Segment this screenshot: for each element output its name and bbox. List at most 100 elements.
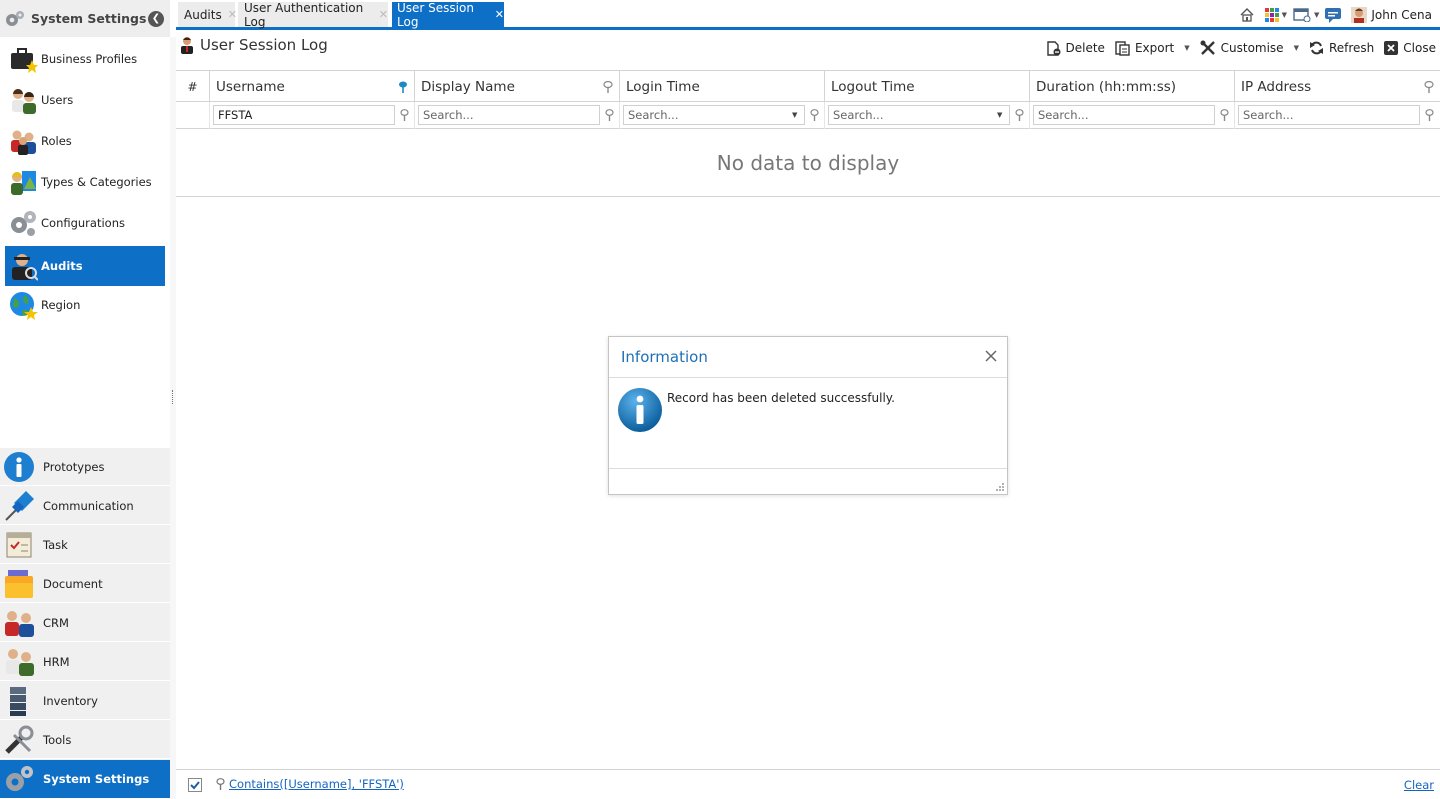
sidebar-group-system-settings[interactable]: System Settings (0, 760, 170, 799)
filter-condition-icon[interactable] (1425, 109, 1434, 121)
column-header-logout-time[interactable]: Logout Time (825, 71, 1030, 102)
filter-condition-icon[interactable] (605, 109, 614, 121)
ip-address-filter-input[interactable] (1238, 105, 1420, 125)
crm-people-icon (5, 610, 34, 637)
inventory-stack-icon (10, 686, 26, 716)
sidebar-item-audits[interactable]: Audits (5, 246, 165, 286)
clear-filter-link[interactable]: Clear (1404, 778, 1434, 792)
tab-user-session-log[interactable]: User Session Log ✕ (392, 1, 504, 29)
auditor-icon (12, 254, 38, 281)
sidebar-group-hrm[interactable]: HRM (0, 643, 170, 681)
sidebar-group-inventory[interactable]: Inventory (0, 682, 170, 720)
filter-condition-icon[interactable] (1220, 109, 1229, 121)
home-icon[interactable] (1239, 7, 1255, 23)
customise-tools-icon (1200, 40, 1215, 55)
dialog-header: Information (609, 337, 1007, 378)
checklist-icon (6, 532, 32, 557)
filter-cell-logout-time: ▼ (825, 102, 1030, 129)
user-name[interactable]: John Cena (1371, 8, 1432, 22)
empty-grid-message: No data to display (176, 129, 1440, 197)
close-icon[interactable]: ✕ (495, 8, 504, 21)
close-icon[interactable] (984, 349, 998, 363)
close-box-icon (1384, 41, 1399, 55)
sidebar-item-users[interactable]: Users (5, 80, 165, 120)
sidebar-group-label: HRM (43, 654, 70, 669)
filter-pin-icon (216, 778, 225, 790)
filter-expression-link[interactable]: Contains([Username], 'FFSTA') (229, 777, 404, 791)
sidebar-item-label: Business Profiles (41, 52, 138, 66)
sidebar-title: System Settings (31, 11, 147, 26)
filter-cell-display-name (415, 102, 620, 129)
duration-filter-input[interactable] (1033, 105, 1215, 125)
sidebar-item-region[interactable]: Region (5, 285, 165, 325)
delete-label: Delete (1065, 41, 1105, 55)
sidebar-module-items: Business Profiles Users Roles Types & Ca… (0, 37, 170, 447)
sidebar-group-label: Document (43, 576, 103, 591)
sidebar-group-crm[interactable]: CRM (0, 604, 170, 642)
refresh-label: Refresh (1328, 41, 1375, 55)
filter-condition-icon[interactable] (1015, 109, 1024, 121)
sidebar-group-label: Task (43, 537, 68, 552)
checkmark-icon (190, 781, 200, 790)
chevron-down-icon[interactable]: ▼ (997, 111, 1002, 119)
column-header-username[interactable]: Username (210, 71, 415, 102)
sidebar-group-communication[interactable]: Communication (0, 487, 170, 525)
customise-button[interactable]: Customise ▼ (1200, 40, 1299, 56)
information-dialog: Information Record has been deleted succ… (608, 336, 1008, 495)
sidebar-group-label: Communication (43, 498, 134, 513)
tab-user-authentication-log[interactable]: User Authentication Log ✕ (238, 1, 388, 29)
username-filter-input[interactable] (213, 105, 395, 125)
hrm-people-icon (6, 648, 34, 676)
window-icon[interactable] (1293, 8, 1311, 22)
sidebar-group-tools[interactable]: Tools (0, 721, 170, 759)
sidebar-group-document[interactable]: Document (0, 565, 170, 603)
sidebar-item-types-categories[interactable]: Types & Categories (5, 162, 165, 202)
filter-cell-login-time: ▼ (620, 102, 825, 129)
login-time-filter-input[interactable] (623, 105, 805, 125)
collapse-sidebar-button[interactable]: ❮ (148, 11, 164, 27)
column-header-duration[interactable]: Duration (hh:mm:ss) (1030, 71, 1235, 102)
filter-condition-icon[interactable] (810, 109, 819, 121)
tab-label: Audits (184, 7, 222, 22)
chevron-down-icon[interactable]: ▼ (1282, 11, 1287, 19)
user-avatar-icon[interactable] (1351, 7, 1368, 23)
close-icon[interactable]: ✕ (379, 8, 388, 21)
sidebar-group-prototypes[interactable]: Prototypes (0, 448, 170, 486)
column-header-ip-address[interactable]: IP Address (1235, 71, 1440, 102)
chat-icon[interactable] (1325, 7, 1342, 23)
close-icon[interactable]: ✕ (228, 8, 237, 21)
export-button[interactable]: Export ▼ (1115, 40, 1190, 56)
chevron-down-icon[interactable]: ▼ (1184, 44, 1189, 52)
filter-pin-icon[interactable] (603, 81, 613, 93)
dialog-message: Record has been deleted successfully. (667, 391, 895, 405)
column-header-display-name[interactable]: Display Name (415, 71, 620, 102)
tab-audits[interactable]: Audits ✕ (178, 2, 237, 27)
info-icon (618, 388, 662, 432)
filter-condition-icon[interactable] (400, 109, 409, 121)
column-header-login-time[interactable]: Login Time (620, 71, 825, 102)
filter-pin-icon[interactable] (398, 81, 408, 93)
sidebar-group-label: Inventory (43, 693, 98, 708)
chevron-down-icon[interactable]: ▼ (792, 111, 797, 119)
filter-pin-icon[interactable] (1424, 81, 1434, 93)
sidebar-group-label: System Settings (43, 772, 150, 786)
chevron-down-icon[interactable]: ▼ (1314, 11, 1319, 19)
refresh-button[interactable]: Refresh (1309, 41, 1374, 55)
sidebar-item-roles[interactable]: Roles (5, 121, 165, 161)
delete-button[interactable]: Delete (1046, 40, 1105, 56)
close-button[interactable]: Close (1384, 41, 1436, 55)
logout-time-filter-input[interactable] (828, 105, 1010, 125)
apps-grid-icon[interactable] (1264, 8, 1279, 22)
sidebar-item-configurations[interactable]: Configurations (5, 203, 165, 243)
sidebar-group-task[interactable]: Task (0, 526, 170, 564)
sidebar-item-business-profiles[interactable]: Business Profiles (5, 39, 165, 79)
chevron-down-icon[interactable]: ▼ (1294, 44, 1299, 52)
folder-icon (5, 569, 33, 598)
sidebar-item-label: Region (41, 298, 81, 312)
resize-grip-icon[interactable] (995, 482, 1005, 492)
gears-icon (11, 211, 36, 236)
document-tab-bar: Audits ✕ User Authentication Log ✕ User … (176, 0, 1440, 30)
sidebar-item-label: Types & Categories (41, 175, 152, 189)
filter-enabled-checkbox[interactable] (188, 778, 202, 792)
display-name-filter-input[interactable] (418, 105, 600, 125)
